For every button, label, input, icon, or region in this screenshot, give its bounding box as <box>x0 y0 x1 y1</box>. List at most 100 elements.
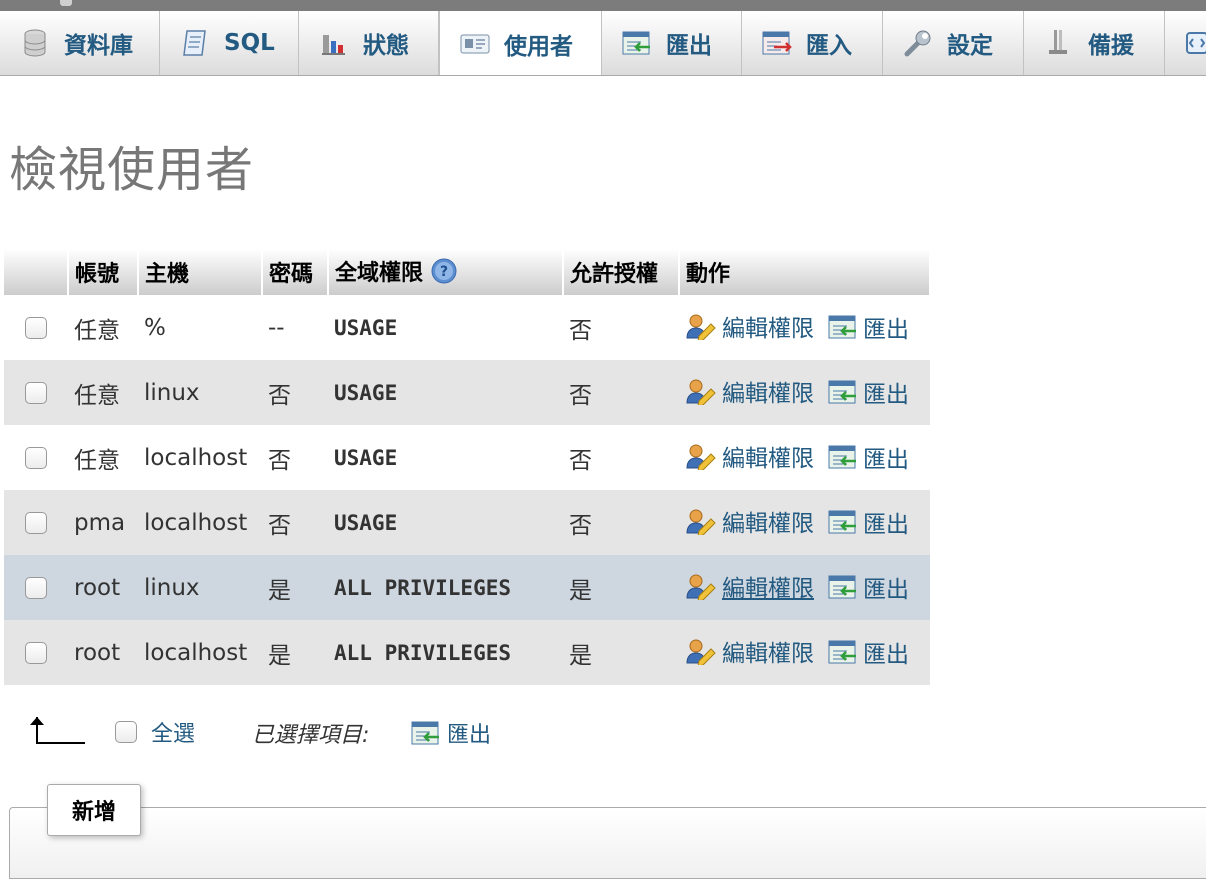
password-cell: 否 <box>262 490 328 555</box>
export-user-link[interactable]: 匯出 <box>828 570 909 604</box>
export-icon <box>411 721 439 745</box>
privileges-cell: USAGE <box>328 360 563 425</box>
export-selected-button[interactable]: 匯出 <box>411 717 491 749</box>
row-select-cell <box>4 620 68 685</box>
import-icon <box>762 28 792 58</box>
password-cell: 否 <box>262 360 328 425</box>
tab-databases[interactable]: 資料庫 <box>0 11 160 75</box>
header-password: 密碼 <box>262 249 329 295</box>
row-checkbox[interactable] <box>25 447 47 469</box>
row-select-cell <box>4 295 68 360</box>
tab-label: 備援 <box>1088 33 1134 59</box>
user-cell: 任意 <box>68 360 138 425</box>
svg-text:?: ? <box>440 264 448 280</box>
table-row[interactable]: 任意 linux 否 USAGE 否編輯權限 匯出 <box>4 360 930 425</box>
table-row[interactable]: 任意 localhost 否 USAGE 否編輯權限 匯出 <box>4 425 930 490</box>
help-icon[interactable]: ? <box>431 258 457 290</box>
action-cell: 編輯權限 匯出 <box>679 620 930 685</box>
edit-privileges-link[interactable]: 編輯權限 <box>685 374 814 408</box>
host-cell: linux <box>138 555 262 620</box>
privileges-cell: USAGE <box>328 425 563 490</box>
header-host: 主機 <box>138 249 263 295</box>
status-chart-icon <box>319 28 349 58</box>
row-checkbox[interactable] <box>25 642 47 664</box>
row-select-cell <box>4 360 68 425</box>
plugin-icon <box>1183 28 1206 58</box>
user-cell: pma <box>68 490 138 555</box>
tab-replication[interactable]: 備援 <box>1024 11 1165 75</box>
header-select <box>4 249 69 295</box>
row-checkbox[interactable] <box>25 382 47 404</box>
check-all-label[interactable]: 全選 <box>151 716 195 748</box>
main-tab-bar: 資料庫 SQL 狀態 使用者 匯出 匯入 設定 備援 <box>0 11 1206 76</box>
tab-more[interactable] <box>1165 11 1206 75</box>
edit-privileges-icon <box>686 574 716 600</box>
check-all[interactable]: 全選 <box>115 716 195 748</box>
wrench-icon <box>903 28 933 58</box>
page-title: 檢視使用者 <box>9 142 255 198</box>
table-row[interactable]: pma localhost 否 USAGE 否編輯權限 匯出 <box>4 490 930 555</box>
host-cell: linux <box>138 360 262 425</box>
export-user-link[interactable]: 匯出 <box>828 375 909 409</box>
add-user-fieldset <box>9 807 1206 879</box>
edit-privileges-label: 編輯權限 <box>722 641 814 667</box>
tab-sql[interactable]: SQL <box>160 11 299 75</box>
tab-users[interactable]: 使用者 <box>439 11 602 75</box>
export-icon <box>828 510 856 534</box>
tab-settings[interactable]: 設定 <box>883 11 1024 75</box>
export-user-link[interactable]: 匯出 <box>828 635 909 669</box>
table-row[interactable]: root localhost 是 ALL PRIVILEGES 是編輯權限 匯出 <box>4 620 930 685</box>
grant-cell: 否 <box>563 360 679 425</box>
privileges-cell: ALL PRIVILEGES <box>328 620 563 685</box>
edit-privileges-link[interactable]: 編輯權限 <box>685 634 814 668</box>
grant-cell: 是 <box>563 620 679 685</box>
tab-label: 狀態 <box>363 33 409 59</box>
export-user-label: 匯出 <box>863 317 909 343</box>
edit-privileges-label: 編輯權限 <box>722 316 814 342</box>
window-top-strip <box>0 0 1206 11</box>
check-all-checkbox[interactable] <box>115 721 137 743</box>
header-grant: 允許授權 <box>563 249 680 295</box>
password-cell: 是 <box>262 555 328 620</box>
edit-privileges-link[interactable]: 編輯權限 <box>685 569 814 603</box>
action-cell: 編輯權限 匯出 <box>679 555 930 620</box>
row-checkbox[interactable] <box>25 512 47 534</box>
password-cell: 否 <box>262 425 328 490</box>
row-checkbox[interactable] <box>25 577 47 599</box>
tab-label: 設定 <box>947 33 993 59</box>
grant-cell: 否 <box>563 295 679 360</box>
row-select-cell <box>4 490 68 555</box>
export-user-link[interactable]: 匯出 <box>828 310 909 344</box>
edit-privileges-label: 編輯權限 <box>722 576 814 602</box>
tab-status[interactable]: 狀態 <box>299 11 439 75</box>
export-user-label: 匯出 <box>863 642 909 668</box>
host-cell: localhost <box>138 620 262 685</box>
edit-privileges-link[interactable]: 編輯權限 <box>685 504 814 538</box>
export-user-link[interactable]: 匯出 <box>828 440 909 474</box>
host-cell: localhost <box>138 425 262 490</box>
edit-privileges-link[interactable]: 編輯權限 <box>685 309 814 343</box>
host-cell: % <box>138 295 262 360</box>
edit-privileges-link[interactable]: 編輯權限 <box>685 439 814 473</box>
users-table-body: 任意% -- USAGE 否編輯權限 匯出 任意 linux 否 USAGE 否編輯權限 匯出 任意 l… <box>4 295 930 685</box>
privileges-cell: ALL PRIVILEGES <box>328 555 563 620</box>
tab-label: 匯出 <box>666 33 712 59</box>
tab-import[interactable]: 匯入 <box>742 11 883 75</box>
table-row[interactable]: 任意% -- USAGE 否 編輯權限 匯出 <box>4 295 930 360</box>
edit-privileges-icon <box>686 314 716 340</box>
tab-export[interactable]: 匯出 <box>602 11 742 75</box>
edit-privileges-icon <box>686 509 716 535</box>
table-row[interactable]: root linux 是 ALL PRIVILEGES 是編輯權限 匯出 <box>4 555 930 620</box>
users-card-icon <box>460 29 490 59</box>
export-user-link[interactable]: 匯出 <box>828 505 909 539</box>
password-cell: 是 <box>262 620 328 685</box>
tab-label: SQL <box>224 30 275 56</box>
export-user-label: 匯出 <box>863 577 909 603</box>
grant-cell: 是 <box>563 555 679 620</box>
export-user-label: 匯出 <box>863 382 909 408</box>
row-select-cell <box>4 555 68 620</box>
tab-label: 匯入 <box>806 33 852 59</box>
row-checkbox[interactable] <box>25 317 47 339</box>
action-cell: 編輯權限 匯出 <box>679 425 930 490</box>
top-strip-handle <box>60 0 72 6</box>
